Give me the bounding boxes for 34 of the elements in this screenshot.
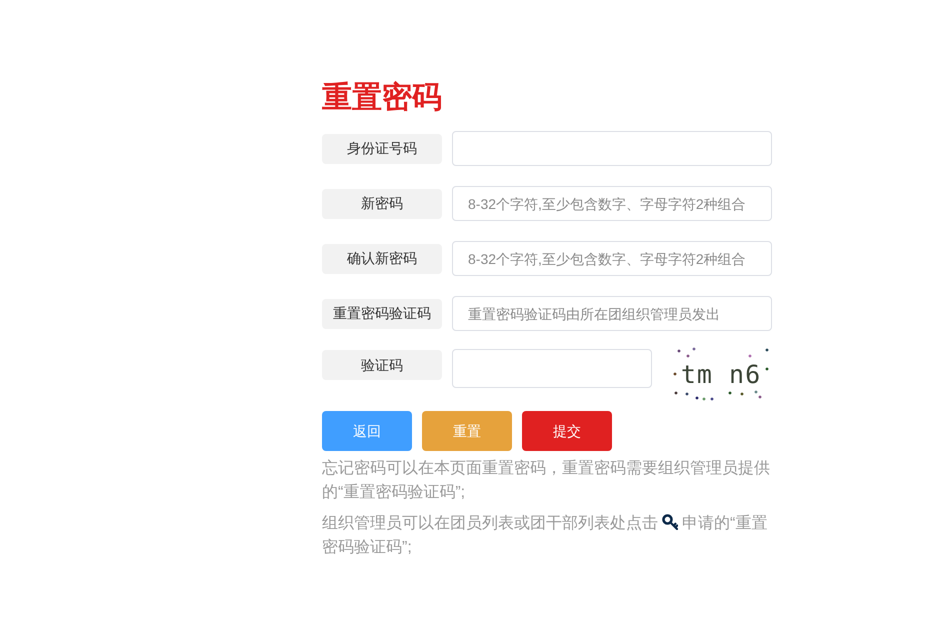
captcha-text: tm n6 (680, 362, 762, 387)
noise-dot-icon (692, 348, 696, 350)
input-field[interactable]: 重置密码验证码由所在团组织管理员发出 (452, 296, 772, 331)
captcha-field[interactable] (452, 349, 652, 388)
noise-dot-icon (766, 368, 768, 370)
help-text: 忘记密码可以在本页面重置密码，重置密码需要组织管理员提供的“重置密码验证码”; (322, 458, 771, 502)
field-label: 确认新密码 (322, 244, 442, 274)
field-label: 新密码 (322, 188, 442, 218)
noise-dot-icon (686, 354, 690, 358)
noise-dot-icon (740, 392, 744, 396)
form-button[interactable]: 提交 (522, 411, 612, 451)
form-button[interactable]: 返回 (322, 411, 412, 451)
noise-dot-icon (754, 390, 758, 394)
noise-dot-icon (674, 372, 676, 376)
input-field[interactable] (452, 131, 772, 166)
noise-dot-icon (748, 354, 752, 358)
noise-dot-icon (674, 392, 678, 394)
noise-dot-icon (758, 396, 762, 398)
noise-dot-icon (766, 348, 768, 352)
noise-dot-icon (696, 396, 698, 400)
noise-dot-icon (702, 398, 706, 400)
noise-dot-icon (728, 392, 732, 394)
noise-dot-icon (686, 392, 688, 396)
key-icon (662, 514, 678, 530)
field-label: 身份证号码 (322, 134, 442, 164)
field-label: 重置密码验证码 (322, 298, 442, 328)
input-field[interactable]: 8-32个字符,至少包含数字、字母字符2种组合 (452, 241, 772, 276)
help-text: 组织管理员可以在团员列表或团干部列表处点击 申请的“重置密码验证码”; (322, 513, 768, 558)
form-button[interactable]: 重置 (422, 411, 512, 451)
noise-dot-icon (710, 398, 714, 400)
page-title: 重置密码 (322, 80, 442, 116)
field-label: 验证码 (322, 350, 442, 380)
input-field[interactable]: 8-32个字符,至少包含数字、字母字符2种组合 (452, 186, 772, 221)
noise-dot-icon (678, 350, 680, 352)
